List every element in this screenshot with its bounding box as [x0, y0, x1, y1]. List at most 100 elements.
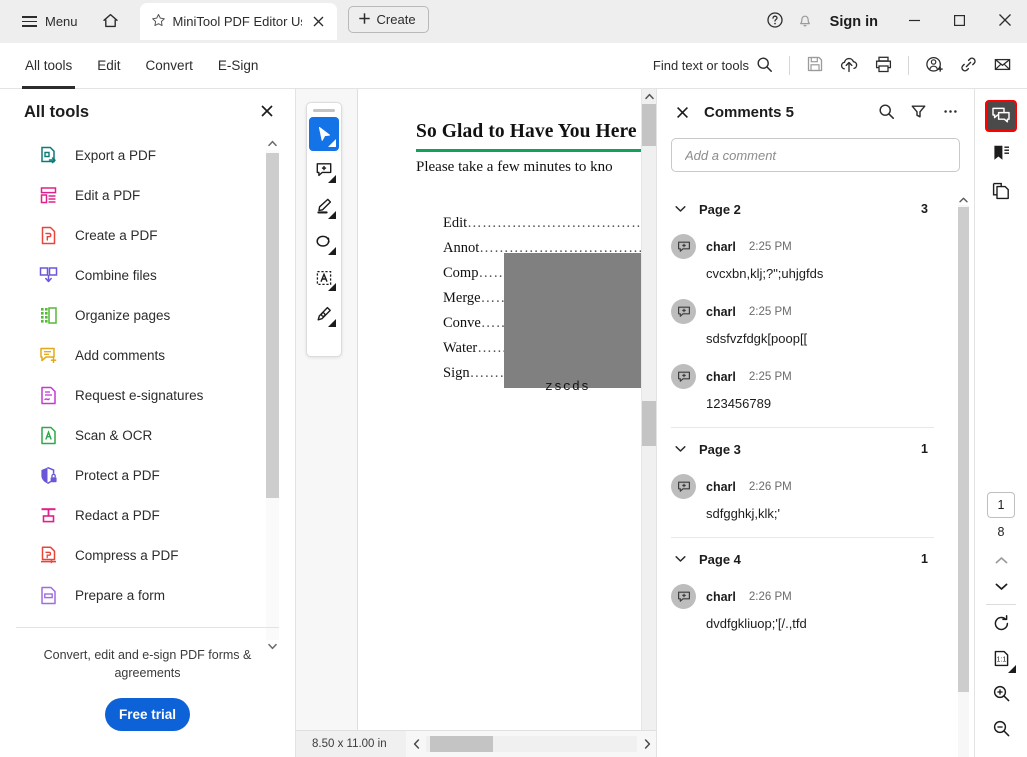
- comments-panel-actions: [872, 99, 964, 127]
- close-comments-button[interactable]: [669, 100, 695, 126]
- close-all-tools-button[interactable]: [255, 100, 279, 124]
- text-box-tool[interactable]: [309, 261, 339, 295]
- add-comment-input[interactable]: [685, 147, 946, 163]
- scrollbar-thumb[interactable]: [642, 104, 656, 146]
- more-options-button[interactable]: [936, 99, 964, 127]
- filter-comments-button[interactable]: [904, 99, 932, 127]
- tool-item-protect-a-pdf[interactable]: Protect a PDF: [0, 455, 270, 495]
- page-title: All tools: [24, 102, 90, 121]
- zoom-out-button[interactable]: [985, 714, 1017, 746]
- minimize-button[interactable]: [892, 0, 937, 43]
- actual-size-button[interactable]: 1:1: [985, 644, 1017, 676]
- current-page-input[interactable]: 1: [987, 492, 1015, 518]
- scroll-up-button[interactable]: [958, 194, 969, 205]
- scrollbar-thumb[interactable]: [958, 207, 969, 692]
- maximize-button[interactable]: [937, 0, 982, 43]
- menu-button-label: Menu: [45, 14, 78, 29]
- tab-convert[interactable]: Convert: [135, 43, 204, 89]
- list-item-label: Merge: [443, 290, 481, 306]
- notifications-button[interactable]: [790, 7, 820, 37]
- scrollbar-track[interactable]: [426, 736, 637, 752]
- tool-item-create-a-pdf[interactable]: Create a PDF: [0, 215, 270, 255]
- window-close-button[interactable]: [982, 0, 1027, 43]
- scrollbar-thumb[interactable]: [430, 736, 493, 752]
- comment-group-header-page-3[interactable]: Page 3 1: [657, 428, 948, 470]
- comment-item[interactable]: charl 2:25 PM sdsfvzfdgk[poop[[: [657, 295, 948, 360]
- tool-item-organize-pages[interactable]: Organize pages: [0, 295, 270, 335]
- tool-list-scrollbar[interactable]: [266, 137, 279, 653]
- tool-item-compress-a-pdf[interactable]: Compress a PDF: [0, 535, 270, 575]
- tool-item-prepare-a-form[interactable]: Prepare a form: [0, 575, 270, 615]
- comment-item[interactable]: charl 2:25 PM 123456789: [657, 360, 948, 425]
- sign-in-button[interactable]: Sign in: [830, 14, 878, 30]
- home-icon: [101, 11, 120, 33]
- help-button[interactable]: [760, 7, 790, 37]
- create-button-label: Create: [376, 12, 416, 27]
- tool-item-scan-and-ocr[interactable]: Scan & OCR: [0, 415, 270, 455]
- zoom-out-icon: [992, 719, 1011, 741]
- mail-button[interactable]: [985, 50, 1019, 82]
- redaction-box[interactable]: [504, 253, 656, 388]
- rotate-button[interactable]: [985, 609, 1017, 641]
- comment-group-header-page-4[interactable]: Page 4 1: [657, 538, 948, 580]
- tool-item-add-comments[interactable]: Add comments: [0, 335, 270, 375]
- bookmarks-button[interactable]: [985, 138, 1017, 170]
- tab-close-button[interactable]: [309, 12, 329, 32]
- tab-esign[interactable]: E-Sign: [207, 43, 270, 89]
- page-thumbnails-button[interactable]: [985, 176, 1017, 208]
- lasso-tool[interactable]: [309, 225, 339, 259]
- free-trial-button[interactable]: Free trial: [105, 698, 190, 731]
- comments-panel-button[interactable]: [985, 100, 1017, 132]
- comment-item[interactable]: charl 2:26 PM dvdfgkliuop;'[/.,tfd: [657, 580, 948, 645]
- tab-all-tools[interactable]: All tools: [14, 43, 83, 89]
- tab-esign-label: E-Sign: [217, 58, 259, 73]
- tab-edit-label: Edit: [97, 58, 121, 73]
- scroll-up-button[interactable]: [642, 89, 656, 104]
- document-vertical-scrollbar[interactable]: [641, 89, 656, 741]
- toolbar-drag-handle[interactable]: [313, 109, 335, 112]
- scrollbar-thumb-secondary[interactable]: [642, 401, 656, 446]
- scrollbar-thumb[interactable]: [266, 153, 279, 498]
- scroll-left-button[interactable]: [406, 731, 426, 757]
- comment-item[interactable]: charl 2:25 PM cvcxbn,klj;?";uhjgfds: [657, 230, 948, 295]
- tool-item-export-a-pdf[interactable]: Export a PDF: [0, 135, 270, 175]
- pdf-page[interactable]: So Glad to Have You Here Please take a f…: [357, 89, 656, 757]
- next-page-button[interactable]: [986, 573, 1016, 599]
- scroll-up-button[interactable]: [266, 137, 279, 150]
- tool-item-edit-a-pdf[interactable]: Edit a PDF: [0, 175, 270, 215]
- comments-scrollbar[interactable]: [958, 194, 969, 757]
- highlighter-tool[interactable]: [309, 189, 339, 223]
- search-comments-button[interactable]: [872, 99, 900, 127]
- scroll-right-button[interactable]: [637, 731, 656, 757]
- comment-author: charl: [706, 369, 736, 384]
- print-button[interactable]: [866, 50, 900, 82]
- bell-icon: [796, 11, 814, 32]
- menu-button[interactable]: Menu: [14, 7, 86, 37]
- svg-text:1:1: 1:1: [996, 657, 1006, 664]
- tool-item-combine-files[interactable]: Combine files: [0, 255, 270, 295]
- add-person-button[interactable]: [917, 50, 951, 82]
- save-button[interactable]: [798, 50, 832, 82]
- link-button[interactable]: [951, 50, 985, 82]
- tool-item-redact-a-pdf[interactable]: Redact a PDF: [0, 495, 270, 535]
- zoom-in-button[interactable]: [985, 679, 1017, 711]
- comment-item[interactable]: charl 2:26 PM sdfgghkj,klk;': [657, 470, 948, 535]
- select-cursor-tool[interactable]: [309, 117, 339, 151]
- find-text-or-tools-button[interactable]: Find text or tools: [645, 52, 781, 80]
- previous-page-button[interactable]: [986, 547, 1016, 573]
- comment-group-header-page-2[interactable]: Page 2 3: [657, 188, 948, 230]
- add-comment-field[interactable]: [671, 138, 960, 172]
- comment-time: 2:25 PM: [748, 370, 792, 383]
- tab-edit[interactable]: Edit: [86, 43, 131, 89]
- list-item-label: Sign: [443, 365, 470, 381]
- document-horizontal-scrollbar[interactable]: [406, 730, 656, 757]
- upload-cloud-button[interactable]: [832, 50, 866, 82]
- create-button[interactable]: Create: [347, 6, 429, 33]
- chevron-down-icon: [671, 555, 689, 563]
- home-button[interactable]: [94, 7, 128, 37]
- document-tab[interactable]: MiniTool PDF Editor Use…: [139, 3, 337, 40]
- tool-item-request-e-signatures[interactable]: Request e-signatures: [0, 375, 270, 415]
- scan-ocr-icon: [38, 425, 59, 446]
- draw-pen-tool[interactable]: [309, 297, 339, 331]
- sticky-note-tool[interactable]: [309, 153, 339, 187]
